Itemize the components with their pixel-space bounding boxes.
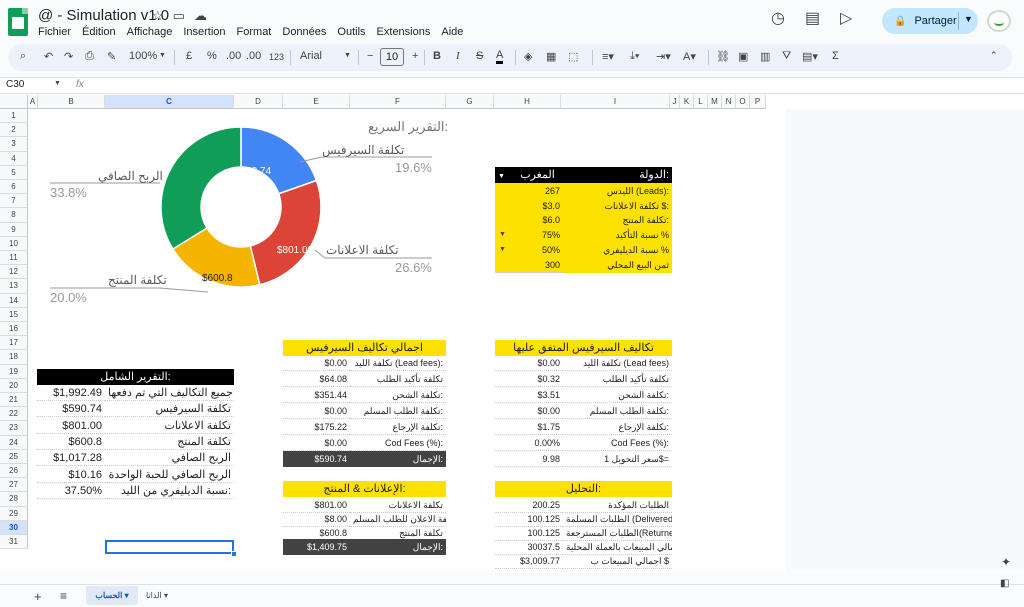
overall-row-label: تكلفة السيرفيس [105,401,234,418]
country-row-label: نسبة التأكيد % [563,227,672,244]
country-row-value[interactable]: 300 [495,256,563,273]
service-total-row-value[interactable]: $0.00 [283,355,350,371]
sheet-tab-active[interactable]: الحساب ▾ [86,586,138,605]
slice-percent: 33.8% [50,185,87,200]
chevron-down-icon[interactable]: ▼ [498,173,505,180]
service-total-row-value[interactable]: $0.00 [283,435,350,451]
add-sheet-icon[interactable]: + [34,589,42,604]
country-value[interactable]: المغرب [512,167,563,183]
slice-percent: 26.6% [395,260,432,275]
overall-row-value[interactable]: $801.00 [37,418,105,434]
service-agreed-row-value[interactable]: $1.75 [495,419,563,435]
service-total-row-label: تكلفة تأكيد الطلب [350,371,446,387]
service-total-value: $590.74 [283,451,350,467]
service-total-row-value[interactable]: $351.44 [283,387,350,403]
service-agreed-row-label: Cod Fees (%): [563,435,672,451]
service-total-row-label: تكلفة الإرجاع: [350,419,446,435]
service-agreed-row-label: سعر التحويل 1$= [563,451,672,467]
service-total-row-label: Cod Fees (%): [350,435,446,451]
country-row-label: ثمن البيع المحلي [563,256,672,273]
overall-report-title: التقرير الشامل: [37,369,234,385]
slice-label: تكلفة الاعلانات [326,243,399,257]
service-agreed-row-value[interactable]: 9.98 [495,451,563,467]
service-total-row-value[interactable]: $175.22 [283,419,350,435]
slice-value-label: $590.74 [235,166,272,177]
slice-value-label: $801.00 [277,245,314,256]
sheet-tab[interactable]: الداتا ▾ [146,586,168,605]
overall-row-label: الربح الصافي للحبة الواحدة [105,467,234,483]
country-row-value[interactable]: 267 [495,183,563,199]
explore-icon[interactable]: ✦ [1001,555,1011,569]
service-total-row-label: تكلفة الشحن: [350,387,446,403]
service-total-row-value[interactable]: $0.00 [283,403,350,419]
analysis-title: التحليل: [495,481,672,497]
chevron-down-icon[interactable]: ▼ [499,231,506,238]
overall-row-label: نسبة الديليفري من الليد: [105,483,234,499]
analysis-row-value[interactable]: $3,009.77 [495,553,563,569]
service-agreed-row-value[interactable]: $3.51 [495,387,563,403]
service-total-row-value[interactable]: $64.08 [283,371,350,387]
service-agreed-row-label: تكلفة الإرجاع: [563,419,672,435]
slice-value-label: $600.8 [202,273,233,284]
country-label: الدولة: [563,167,672,183]
service-total-row-label: تكلفة الطلب المسلم: [350,403,446,419]
country-row-label: الليدس (Leads): [563,183,672,199]
slice-percent: 19.6% [395,160,432,175]
slice-percent: 20.0% [50,290,87,305]
active-cell-selection[interactable] [105,540,234,554]
ads-total-label: الإجمال: [350,539,446,555]
service-agreed-row-label: تكلفة الليد (Lead fees) [563,355,672,371]
service-agreed-title: تكاليف السيرفيس المتفق عليها [495,340,672,356]
ads-product-title: الإعلانات & المنتج: [283,481,446,497]
service-agreed-row-value[interactable]: $0.00 [495,403,563,419]
all-sheets-icon[interactable]: ≡ [60,589,67,603]
service-agreed-row-label: تكلفة الشحن: [563,387,672,403]
service-total-title: اجمالي تكاليف السيرفيس [283,340,446,356]
service-total-label: الإجمال: [350,451,446,467]
overall-row-value[interactable]: $1,017.28 [37,450,105,467]
country-row-value[interactable]: $3.0 [495,197,563,214]
overall-row-label: جميع التكاليف التي تم دفعها: [105,385,234,401]
fill-handle[interactable] [231,551,237,557]
pie-slice-1[interactable] [249,179,322,286]
slice-label: الربح الصافي [98,169,163,183]
country-row-value[interactable]: $6.0 [495,212,563,229]
service-total-row-label: تكلفة الليد (Lead fees): [350,355,446,371]
slice-label: تكلفة المنتج [108,273,167,287]
pie-slice-3[interactable] [160,126,242,251]
slice-label: تكلفة السيرفيس [322,143,405,157]
overall-row-value[interactable]: 37.50% [37,483,105,499]
analysis-row-label: اجمالي المبيعات ب $ [563,553,672,569]
country-row-label: نسبة الديليفري % [563,241,672,258]
chevron-down-icon[interactable]: ▼ [499,246,506,253]
service-agreed-row-value[interactable]: $0.32 [495,371,563,387]
overall-row-value[interactable]: $590.74 [37,401,105,418]
overall-row-label: الربح الصافي [105,450,234,467]
overall-row-value[interactable]: $1,992.49 [37,385,105,401]
service-agreed-row-value[interactable]: $0.00 [495,355,563,371]
service-agreed-row-value[interactable]: 0.00% [495,435,563,451]
overall-row-label: تكلفة الاعلانات [105,418,234,434]
overall-row-value[interactable]: $10.16 [37,467,105,483]
country-row-label: تكلفة المنتج: [563,212,672,229]
side-panel-icon[interactable]: ◧ [1000,578,1009,589]
overall-row-label: تكلفة المنتج [105,434,234,450]
service-agreed-row-label: تكلفة الطلب المسلم: [563,403,672,419]
overall-row-value[interactable]: $600.8 [37,434,105,450]
ads-total-value: $1,409.75 [283,539,350,555]
service-agreed-row-label: تكلفة تأكيد الطلب [563,371,672,387]
country-row-label: تكلفة الاعلانات $: [563,197,672,214]
